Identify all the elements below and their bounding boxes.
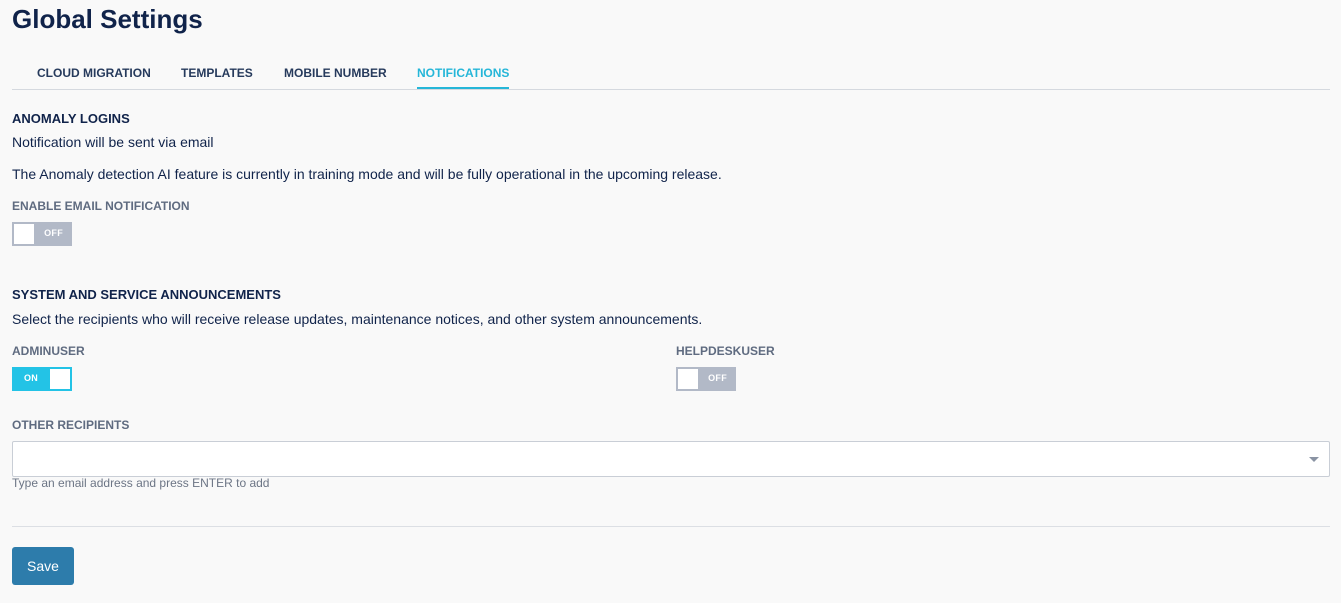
- other-recipients-label: OTHER RECIPIENTS: [12, 418, 130, 432]
- settings-tabs: CLOUD MIGRATION TEMPLATES MOBILE NUMBER …: [12, 62, 1330, 90]
- toggle-state-label: OFF: [708, 373, 727, 383]
- toggle-knob: [50, 369, 70, 389]
- save-button[interactable]: Save: [12, 547, 74, 585]
- toggle-knob: [14, 224, 34, 244]
- anomaly-subtitle: Notification will be sent via email: [12, 134, 214, 150]
- chevron-down-icon[interactable]: [1309, 457, 1319, 462]
- tab-templates[interactable]: TEMPLATES: [181, 66, 253, 89]
- toggle-knob: [678, 369, 698, 389]
- enable-email-notification-label: ENABLE EMAIL NOTIFICATION: [12, 199, 190, 213]
- helpdeskuser-toggle[interactable]: OFF: [676, 367, 736, 391]
- other-recipients-hint: Type an email address and press ENTER to…: [12, 476, 270, 490]
- announcements-description: Select the recipients who will receive r…: [12, 311, 703, 327]
- adminuser-toggle[interactable]: ON: [12, 367, 72, 391]
- helpdeskuser-label: HELPDESKUSER: [676, 344, 775, 358]
- other-recipients-select[interactable]: [12, 441, 1330, 477]
- tab-notifications[interactable]: NOTIFICATIONS: [417, 66, 510, 89]
- adminuser-label: ADMINUSER: [12, 344, 85, 358]
- anomaly-logins-heading: ANOMALY LOGINS: [12, 111, 130, 126]
- anomaly-description: The Anomaly detection AI feature is curr…: [12, 166, 722, 182]
- page-title: Global Settings: [12, 4, 203, 34]
- tab-cloud-migration[interactable]: CLOUD MIGRATION: [37, 66, 151, 89]
- tab-mobile-number[interactable]: MOBILE NUMBER: [284, 66, 387, 89]
- divider: [12, 526, 1330, 527]
- announcements-heading: SYSTEM AND SERVICE ANNOUNCEMENTS: [12, 287, 281, 302]
- toggle-state-label: ON: [24, 373, 39, 383]
- other-recipients-input[interactable]: [21, 448, 1295, 472]
- email-notification-toggle[interactable]: OFF: [12, 222, 72, 246]
- toggle-state-label: OFF: [44, 228, 63, 238]
